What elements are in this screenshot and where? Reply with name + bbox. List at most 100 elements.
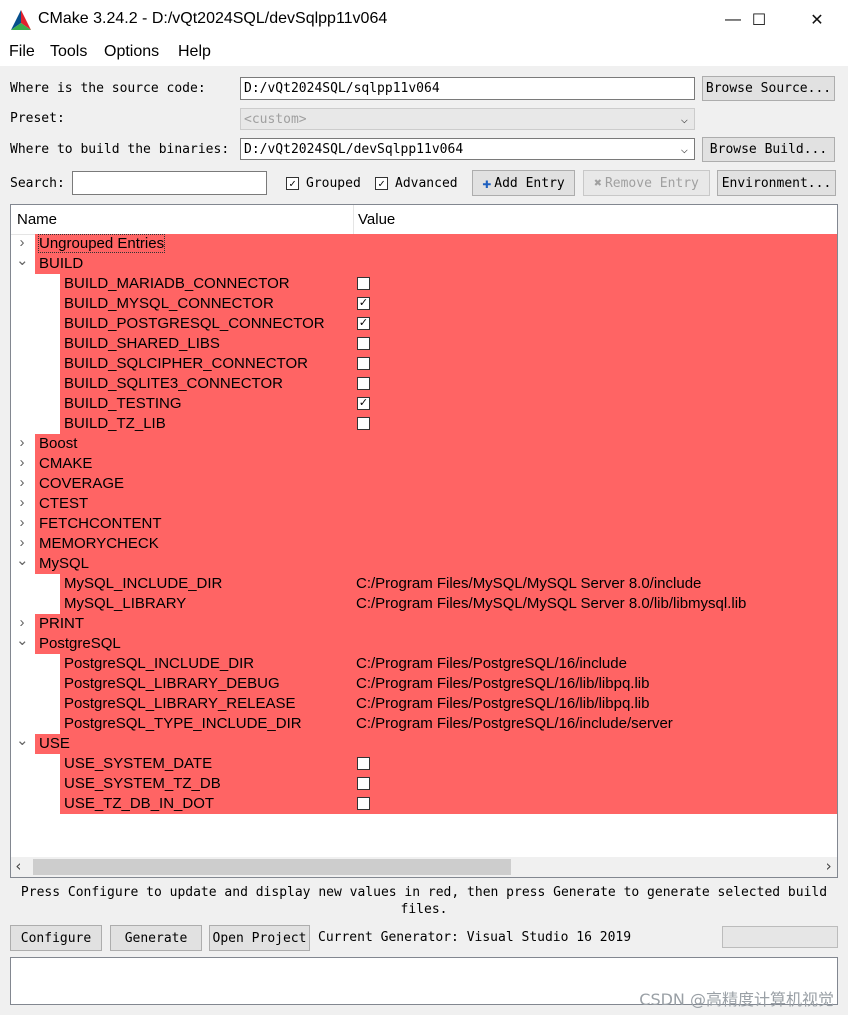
binaries-path-select[interactable]: D:/vQt2024SQL/devSqlpp11v064 ⌵ <box>240 138 695 160</box>
entry-name: MySQL_INCLUDE_DIR <box>64 575 223 592</box>
tree-entry-row[interactable]: BUILD_SQLITE3_CONNECTOR <box>11 374 837 394</box>
value-checkbox[interactable]: ✓ <box>357 317 370 330</box>
name-column-header[interactable]: Name <box>17 211 57 228</box>
cache-tree[interactable]: Name Value › Ungrouped Entries ⌄ BUILD BUILD… <box>10 204 838 878</box>
chevron-right-icon[interactable]: › <box>16 434 28 451</box>
tree-entry-row[interactable]: BUILD_TESTING ✓ <box>11 394 837 414</box>
configure-button[interactable]: Configure <box>10 925 102 951</box>
tree-entry-row[interactable]: MySQL_LIBRARY C:/Program Files/MySQL/MySQ… <box>11 594 837 614</box>
tree-entry-row[interactable]: BUILD_MYSQL_CONNECTOR ✓ <box>11 294 837 314</box>
tree-group-row[interactable]: ⌄ USE <box>11 731 837 754</box>
preset-select[interactable]: <custom> ⌵ <box>240 108 695 130</box>
tree-group-row[interactable]: › COVERAGE <box>11 474 837 494</box>
value-checkbox[interactable] <box>357 337 370 350</box>
entry-value[interactable]: C:/Program Files/MySQL/MySQL Server 8.0/… <box>356 575 701 592</box>
tree-entry-row[interactable]: USE_SYSTEM_TZ_DB <box>11 774 837 794</box>
grouped-label: Grouped <box>306 176 361 191</box>
progress-bar <box>722 926 838 948</box>
tree-group-row[interactable]: › Ungrouped Entries <box>11 234 837 254</box>
tree-entry-row[interactable]: PostgreSQL_LIBRARY_RELEASE C:/Program Fil… <box>11 694 837 714</box>
chevron-right-icon[interactable]: › <box>16 234 28 251</box>
value-checkbox[interactable]: ✓ <box>357 297 370 310</box>
value-checkbox[interactable] <box>357 377 370 390</box>
new-value-highlight <box>35 474 837 494</box>
chevron-down-icon[interactable]: ⌄ <box>16 731 29 749</box>
column-divider[interactable] <box>353 205 354 234</box>
chevron-down-icon: ⌵ <box>680 112 688 126</box>
browse-source-button[interactable]: Browse Source... <box>702 76 835 101</box>
environment-button[interactable]: Environment... <box>717 170 836 196</box>
chevron-down-icon[interactable]: ⌄ <box>16 551 29 569</box>
menu-tools[interactable]: Tools <box>50 43 87 61</box>
new-value-highlight <box>35 734 837 754</box>
close-button[interactable]: ✕ <box>794 0 840 40</box>
value-checkbox[interactable] <box>357 777 370 790</box>
remove-entry-button[interactable]: ✖ Remove Entry <box>583 170 710 196</box>
grouped-checkbox[interactable]: ✓ <box>286 177 299 190</box>
tree-entry-row[interactable]: BUILD_POSTGRESQL_CONNECTOR ✓ <box>11 314 837 334</box>
value-column-header[interactable]: Value <box>358 211 395 228</box>
chevron-right-icon[interactable]: › <box>16 534 28 551</box>
tree-entry-row[interactable]: USE_TZ_DB_IN_DOT <box>11 794 837 814</box>
chevron-down-icon[interactable]: ⌄ <box>16 631 29 649</box>
tree-group-row[interactable]: ⌄ BUILD <box>11 251 837 274</box>
menu-file[interactable]: File <box>9 43 35 61</box>
entry-name: BUILD_SQLITE3_CONNECTOR <box>64 375 283 392</box>
tree-entry-row[interactable]: USE_SYSTEM_DATE <box>11 754 837 774</box>
entry-value[interactable]: C:/Program Files/MySQL/MySQL Server 8.0/… <box>356 595 746 612</box>
scroll-right-icon[interactable]: › <box>824 857 833 875</box>
tree-entry-row[interactable]: PostgreSQL_INCLUDE_DIR C:/Program Files/P… <box>11 654 837 674</box>
maximize-button[interactable]: ☐ <box>736 0 782 40</box>
window-title: CMake 3.24.2 - D:/vQt2024SQL/devSqlpp11v… <box>38 10 388 27</box>
source-path-input[interactable]: D:/vQt2024SQL/sqlpp11v064 <box>240 77 695 100</box>
new-value-highlight <box>35 254 837 274</box>
chevron-right-icon[interactable]: › <box>16 514 28 531</box>
tree-group-row[interactable]: › Boost <box>11 434 837 454</box>
value-checkbox[interactable] <box>357 277 370 290</box>
chevron-right-icon[interactable]: › <box>16 494 28 511</box>
tree-group-row[interactable]: › CMAKE <box>11 454 837 474</box>
new-value-highlight <box>35 434 837 454</box>
entry-name: CMAKE <box>39 455 93 472</box>
entry-name: MySQL <box>39 555 90 572</box>
search-input[interactable] <box>72 171 267 195</box>
tree-group-row[interactable]: ⌄ PostgreSQL <box>11 631 837 654</box>
menu-options[interactable]: Options <box>104 43 159 61</box>
entry-value[interactable]: C:/Program Files/PostgreSQL/16/lib/libpq… <box>356 695 649 712</box>
tree-group-row[interactable]: › PRINT <box>11 614 837 634</box>
value-checkbox[interactable]: ✓ <box>357 397 370 410</box>
tree-entry-row[interactable]: BUILD_SQLCIPHER_CONNECTOR <box>11 354 837 374</box>
tree-group-row[interactable]: › CTEST <box>11 494 837 514</box>
open-project-button[interactable]: Open Project <box>209 925 310 951</box>
tree-entry-row[interactable]: BUILD_SHARED_LIBS <box>11 334 837 354</box>
chevron-right-icon[interactable]: › <box>16 474 28 491</box>
value-checkbox[interactable] <box>357 357 370 370</box>
chevron-right-icon[interactable]: › <box>16 454 28 471</box>
chevron-down-icon[interactable]: ⌄ <box>16 251 29 269</box>
scroll-left-icon[interactable]: ‹ <box>14 857 23 875</box>
entry-value[interactable]: C:/Program Files/PostgreSQL/16/include/s… <box>356 715 673 732</box>
chevron-right-icon[interactable]: › <box>16 614 28 631</box>
scrollbar-thumb[interactable] <box>33 859 511 875</box>
browse-build-button[interactable]: Browse Build... <box>702 137 835 162</box>
menu-help[interactable]: Help <box>178 43 211 61</box>
entry-value[interactable]: C:/Program Files/PostgreSQL/16/include <box>356 655 627 672</box>
value-checkbox[interactable] <box>357 417 370 430</box>
value-checkbox[interactable] <box>357 757 370 770</box>
generate-button[interactable]: Generate <box>110 925 202 951</box>
tree-entry-row[interactable]: BUILD_MARIADB_CONNECTOR <box>11 274 837 294</box>
advanced-checkbox[interactable]: ✓ <box>375 177 388 190</box>
tree-group-row[interactable]: › MEMORYCHECK <box>11 534 837 554</box>
tree-group-row[interactable]: ⌄ MySQL <box>11 551 837 574</box>
entry-name: BUILD_POSTGRESQL_CONNECTOR <box>64 315 325 332</box>
tree-entry-row[interactable]: PostgreSQL_LIBRARY_DEBUG C:/Program Files… <box>11 674 837 694</box>
tree-entry-row[interactable]: BUILD_TZ_LIB <box>11 414 837 434</box>
horizontal-scrollbar[interactable]: ‹ › <box>11 857 837 877</box>
check-icon: ✓ <box>289 177 296 190</box>
entry-value[interactable]: C:/Program Files/PostgreSQL/16/lib/libpq… <box>356 675 649 692</box>
tree-group-row[interactable]: › FETCHCONTENT <box>11 514 837 534</box>
value-checkbox[interactable] <box>357 797 370 810</box>
tree-entry-row[interactable]: PostgreSQL_TYPE_INCLUDE_DIR C:/Program Fi… <box>11 714 837 734</box>
add-entry-button[interactable]: ✚ Add Entry <box>472 170 575 196</box>
tree-entry-row[interactable]: MySQL_INCLUDE_DIR C:/Program Files/MySQL/… <box>11 574 837 594</box>
